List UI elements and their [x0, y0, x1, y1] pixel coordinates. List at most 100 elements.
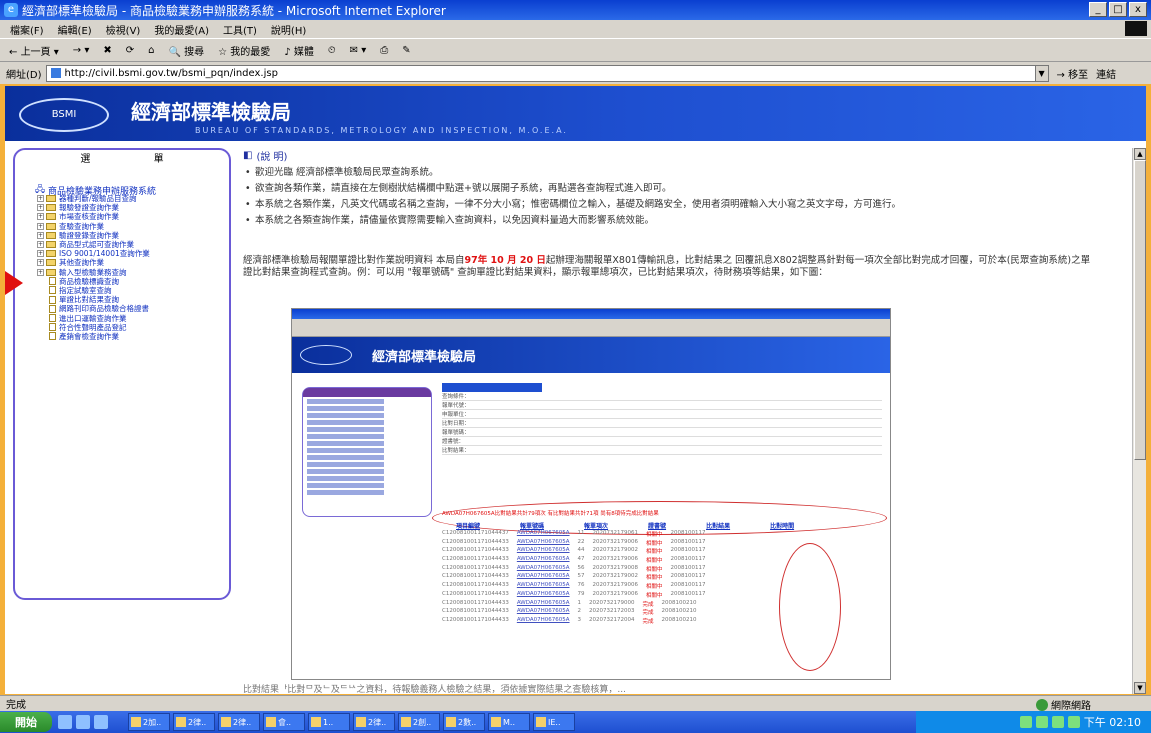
close-button[interactable]: x [1129, 2, 1147, 17]
bsmi-logo: BSMI [19, 98, 109, 132]
favorites-button[interactable]: ☆ 我的最愛 [215, 42, 273, 59]
stop-icon[interactable]: ✖ [100, 44, 114, 57]
taskbar-button[interactable]: 1.. [308, 713, 350, 731]
expand-icon[interactable]: + [37, 250, 44, 258]
search-button[interactable]: 🔍 搜尋 [165, 42, 207, 59]
inner-table-cell[interactable]: AWDA07H067605A [517, 530, 570, 539]
expand-icon[interactable]: + [37, 222, 44, 230]
browser-content: BSMI 經濟部標準檢驗局 BUREAU OF STANDARDS, METRO… [5, 86, 1146, 694]
home-icon[interactable]: ⌂ [145, 44, 157, 57]
taskbar-button[interactable]: M.. [488, 713, 530, 731]
menu-favorites[interactable]: 我的最愛(A) [154, 22, 209, 37]
inner-table-cell: 完成 [642, 610, 654, 617]
inner-table-cell: 完成 [642, 601, 654, 608]
address-label: 網址(D) [6, 69, 42, 81]
ie-quicklaunch-icon[interactable] [76, 715, 90, 729]
back-button[interactable]: ← 上一頁 ▾ [6, 42, 62, 59]
taskbar-button[interactable]: 2律.. [353, 713, 395, 731]
taskbar-button-label: 1.. [323, 717, 334, 727]
sidebar-item-label: 產銷會檢查詢作業 [59, 331, 119, 341]
inner-table-cell[interactable]: AWDA07H067605A [517, 617, 570, 626]
inner-table-cell[interactable]: AWDA07H067605A [517, 608, 570, 617]
folder-icon [46, 250, 56, 258]
document-icon [49, 277, 56, 286]
vertical-scrollbar[interactable]: ▲ ▼ [1132, 148, 1146, 694]
taskbar-button[interactable]: 2數.. [443, 713, 485, 731]
forward-button[interactable]: → ▾ [70, 44, 93, 57]
taskbar-button[interactable]: 2律.. [218, 713, 260, 731]
inner-table-cell[interactable]: AWDA07H067605A [517, 547, 570, 556]
menu-tools[interactable]: 工具(T) [223, 22, 257, 37]
minimize-button[interactable]: _ [1089, 2, 1107, 17]
expand-icon[interactable]: + [37, 195, 44, 203]
expand-icon[interactable]: + [37, 231, 44, 239]
inner-table-cell: C120081001171044433 [442, 599, 509, 606]
inner-column-header: 比對時間 [770, 523, 795, 530]
scroll-thumb[interactable] [1134, 160, 1146, 460]
app-icon [401, 717, 411, 727]
edit-icon[interactable]: ✎ [399, 44, 413, 57]
address-dropdown[interactable]: ▼ [1034, 64, 1049, 82]
toolbar: ← 上一頁 ▾ → ▾ ✖ ⟳ ⌂ 🔍 搜尋 ☆ 我的最愛 ♪ 媒體 ⏲ ✉ ▾… [0, 38, 1151, 62]
menu-help[interactable]: 說明(H) [271, 22, 306, 37]
folder-icon [46, 241, 56, 249]
inner-sidebar-line [307, 455, 384, 460]
scroll-up-arrow[interactable]: ▲ [1134, 148, 1146, 160]
inner-table-cell[interactable]: AWDA07H067605A [517, 556, 570, 565]
scroll-down-arrow[interactable]: ▼ [1134, 682, 1146, 694]
inner-table-cell: 相關中 [646, 592, 663, 599]
inner-table-cell: C120081001171044433 [442, 616, 509, 623]
inner-column-header: 比對結果 [706, 523, 731, 530]
inner-table-cell[interactable]: AWDA07H067605A [517, 573, 570, 582]
inner-table-cell: 56 [577, 564, 585, 571]
inner-table-cell[interactable]: AWDA07H067605A [517, 582, 570, 591]
app-icon [311, 717, 321, 727]
site-banner: BSMI 經濟部標準檢驗局 BUREAU OF STANDARDS, METRO… [5, 86, 1146, 141]
expand-icon[interactable]: + [37, 268, 44, 276]
inner-sidebar-line [307, 483, 384, 488]
taskbar-button[interactable]: 2加.. [128, 713, 170, 731]
history-icon[interactable]: ⏲ [325, 44, 339, 57]
taskbar-button[interactable]: 會.. [263, 713, 305, 731]
expand-icon[interactable]: + [37, 259, 44, 267]
bullet-4: 本系統之各類查詢作業，請儘量依實際需要輸入查詢資料，以免因資料量過大而影響系統效… [243, 215, 1123, 227]
inner-sidebar-header [303, 388, 431, 397]
menu-edit[interactable]: 編輯(E) [58, 22, 92, 37]
address-input[interactable]: http://civil.bsmi.gov.tw/bsmi_pqn/index.… [45, 64, 1036, 82]
tray-icon[interactable] [1035, 716, 1048, 728]
menu-file[interactable]: 檔案(F) [10, 22, 44, 37]
print-icon[interactable]: ⎙ [377, 44, 391, 57]
inner-table-cell: 1 [577, 599, 582, 606]
tray-icon[interactable] [1067, 716, 1080, 728]
menu-view[interactable]: 檢視(V) [106, 22, 141, 37]
media-button[interactable]: ♪ 媒體 [281, 42, 317, 59]
go-button[interactable]: → 移至 [1057, 66, 1089, 81]
expand-icon[interactable]: + [37, 204, 44, 212]
inner-form-header [442, 383, 542, 392]
maximize-button[interactable]: □ [1109, 2, 1127, 17]
favorites-label: 我的最愛 [230, 46, 271, 58]
taskbar-button[interactable]: 2創.. [398, 713, 440, 731]
inner-table-cell[interactable]: AWDA07H067605A [517, 565, 570, 574]
links-button[interactable]: 連結 [1096, 66, 1116, 81]
taskbar-button[interactable]: 2律.. [173, 713, 215, 731]
expand-icon[interactable]: + [37, 213, 44, 221]
tray-icon[interactable] [1051, 716, 1064, 728]
inner-table-cell[interactable]: AWDA07H067605A [517, 591, 570, 600]
mail-icon[interactable]: ✉ ▾ [347, 44, 370, 57]
inner-table-cell[interactable]: AWDA07H067605A [517, 539, 570, 548]
inner-table-header: 項目編號 報單號碼 報單項次 證書號 比對結果 比對時間 [442, 521, 882, 530]
tray-icon[interactable] [1019, 716, 1032, 728]
clock: 下午 02:10 [1083, 716, 1141, 729]
outlook-icon[interactable] [94, 715, 108, 729]
sidebar-item[interactable]: 產銷會檢查詢作業 [37, 332, 227, 341]
expand-icon[interactable]: + [37, 241, 44, 249]
start-button[interactable]: 開始 [0, 712, 52, 732]
bottom-truncated-text: 比對結果ᅡ比對ᄆ及ᄂ及ᄃᄂᄉ之資料，待報驗義務人檢驗之結果，須依據實際結果之查驗… [243, 685, 626, 694]
inner-table-cell: 相關中 [646, 566, 663, 573]
inner-form-row: 查詢條件： [442, 392, 882, 401]
desktop-icon[interactable] [58, 715, 72, 729]
taskbar-button[interactable]: IE.. [533, 713, 575, 731]
refresh-icon[interactable]: ⟳ [123, 44, 137, 57]
inner-table-cell[interactable]: AWDA07H067605A [517, 600, 570, 609]
